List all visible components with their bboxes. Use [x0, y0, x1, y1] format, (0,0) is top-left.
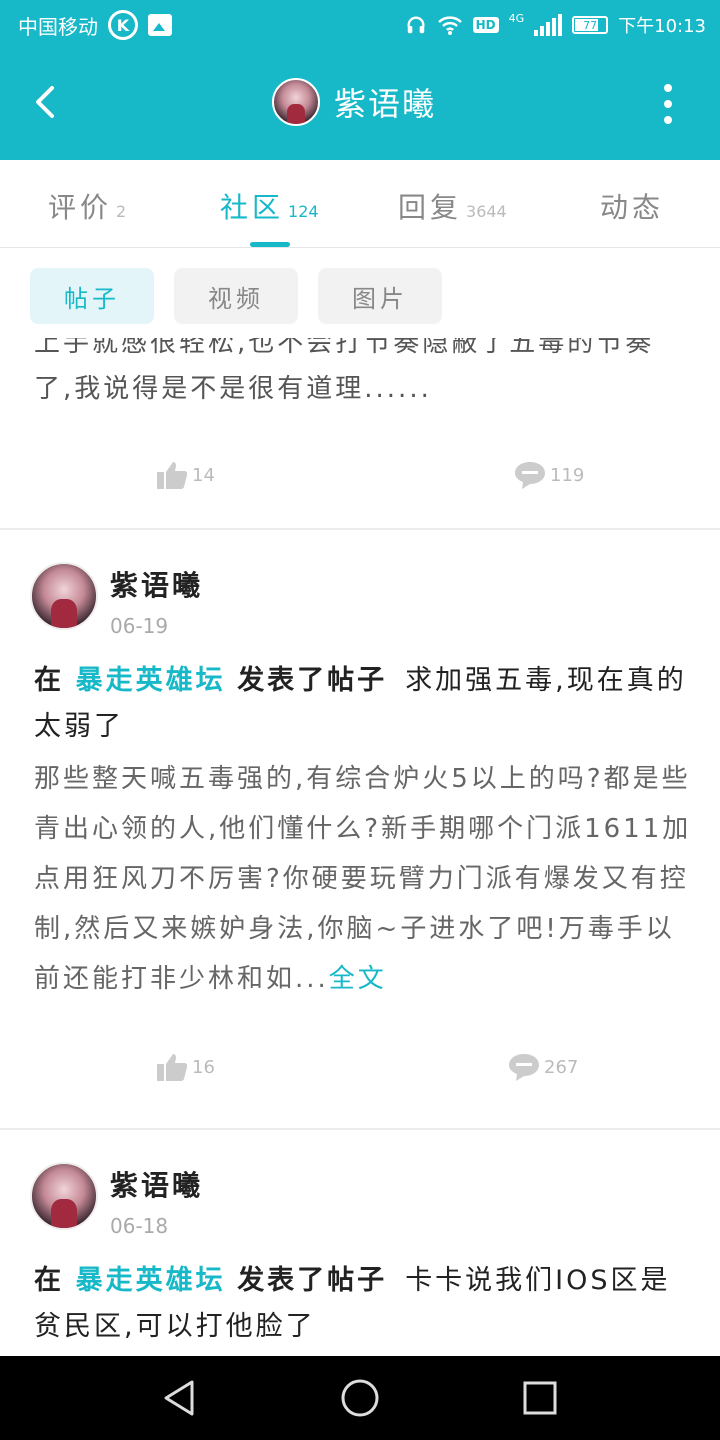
post-headline: 在 暴走英雄坛 发表了帖子 求加强五毒,现在真的太弱了 — [34, 658, 694, 750]
list-item[interactable]: 紫语曦 06-19 在 暴走英雄坛 发表了帖子 求加强五毒,现在真的太弱了 那些整… — [0, 530, 720, 1128]
thumbs-up-icon — [157, 462, 188, 489]
comment-button[interactable]: 119 — [514, 460, 584, 490]
headline-prefix: 在 — [34, 1265, 64, 1296]
image-icon — [148, 14, 172, 36]
headline-prefix: 在 — [34, 665, 64, 696]
tab-reviews[interactable]: 评价 2 — [48, 186, 126, 226]
forum-link[interactable]: 暴走英雄坛 — [76, 665, 226, 696]
like-count: 16 — [192, 1056, 215, 1078]
post-actions: 16 267 — [0, 1052, 720, 1092]
wifi-icon — [437, 16, 462, 35]
status-bar: 中国移动 K HD 4G 77 下午10:13 — [0, 0, 720, 50]
full-text-link[interactable]: 全文 — [329, 964, 387, 994]
post-actions: 14 119 — [0, 460, 720, 500]
carrier-label: 中国移动 — [18, 14, 98, 39]
tab-label: 评价 — [48, 191, 113, 224]
tab-label: 社区 — [220, 191, 285, 224]
post-headline: 在 暴走英雄坛 发表了帖子 卡卡说我们IOS区是贫民区,可以打他脸了 — [34, 1258, 694, 1350]
recents-square-icon[interactable] — [518, 1376, 562, 1420]
post-date: 06-19 — [110, 614, 169, 638]
content-filters: 帖子 视频 图片 — [0, 248, 720, 338]
header-profile[interactable]: 紫语曦 — [272, 78, 436, 126]
battery-icon: 77 — [572, 16, 609, 34]
headline-action: 发表了帖子 — [237, 665, 388, 696]
back-triangle-icon[interactable] — [158, 1376, 202, 1420]
avatar — [272, 78, 320, 126]
author-name: 紫语曦 — [110, 1169, 204, 1202]
chevron-left-icon — [36, 86, 54, 118]
system-nav-bar — [0, 1356, 720, 1440]
tab-indicator — [250, 242, 290, 247]
thumbs-up-icon — [157, 1054, 188, 1081]
post-excerpt: 那些整天喊五毒强的,有综合炉火5以上的吗?都是些青出心领的人,他们懂什么?新手期… — [34, 754, 694, 1004]
signal-icon — [534, 14, 563, 36]
more-vertical-icon[interactable] — [658, 84, 678, 124]
tab-label: 回复 — [398, 191, 463, 224]
battery-level: 77 — [583, 18, 598, 32]
network-label: 4G — [508, 12, 525, 25]
tab-replies[interactable]: 回复 3644 — [398, 186, 507, 226]
comment-count: 267 — [544, 1056, 579, 1078]
avatar[interactable] — [30, 562, 98, 630]
status-time: 下午10:13 — [618, 16, 706, 37]
post-author[interactable]: 紫语曦 06-18 — [30, 1162, 203, 1238]
comment-icon — [509, 1054, 539, 1081]
tab-count: 124 — [288, 202, 319, 221]
avatar[interactable] — [30, 1162, 98, 1230]
like-count: 14 — [192, 464, 215, 486]
list-item[interactable]: 上手就感很轻松,也不会打节奏隐蔽了五毒的节奏了,我说得是不是很有道理......… — [0, 338, 720, 528]
post-feed[interactable]: 上手就感很轻松,也不会打节奏隐蔽了五毒的节奏了,我说得是不是很有道理......… — [0, 338, 720, 1356]
filter-images-chip[interactable]: 图片 — [318, 268, 442, 324]
post-date: 06-18 — [110, 1214, 169, 1238]
page-header: 紫语曦 — [0, 50, 720, 160]
list-item[interactable]: 紫语曦 06-18 在 暴走英雄坛 发表了帖子 卡卡说我们IOS区是贫民区,可以打… — [0, 1130, 720, 1356]
hd-badge: HD — [472, 17, 499, 33]
post-excerpt: 上手就感很轻松,也不会打节奏隐蔽了五毒的节奏了,我说得是不是很有道理...... — [34, 338, 655, 404]
tab-count: 3644 — [466, 202, 507, 221]
tab-community[interactable]: 社区 124 — [220, 186, 319, 226]
page-title: 紫语曦 — [334, 85, 437, 123]
author-name: 紫语曦 — [110, 569, 204, 602]
back-button[interactable] — [24, 80, 68, 124]
like-button[interactable]: 16 — [156, 1052, 215, 1082]
comment-button[interactable]: 267 — [508, 1052, 578, 1082]
excerpt-text: 那些整天喊五毒强的,有综合炉火5以上的吗?都是些青出心领的人,他们懂什么?新手期… — [34, 764, 692, 994]
home-circle-icon[interactable] — [338, 1376, 382, 1420]
filter-posts-chip[interactable]: 帖子 — [30, 268, 154, 324]
headset-icon — [407, 16, 425, 34]
like-button[interactable]: 14 — [156, 460, 215, 490]
app-top-bar: 中国移动 K HD 4G 77 下午10:13 紫语曦 — [0, 0, 720, 160]
profile-tabs: 评价 2 社区 124 回复 3644 动态 — [0, 160, 720, 248]
post-author[interactable]: 紫语曦 06-19 — [30, 562, 203, 638]
headline-action: 发表了帖子 — [237, 1265, 388, 1296]
filter-videos-chip[interactable]: 视频 — [174, 268, 298, 324]
tab-activity[interactable]: 动态 — [600, 186, 668, 226]
tab-label: 动态 — [600, 191, 665, 224]
k-app-icon: K — [108, 10, 138, 40]
forum-link[interactable]: 暴走英雄坛 — [76, 1265, 226, 1296]
comment-icon — [515, 462, 545, 489]
comment-count: 119 — [550, 464, 585, 486]
tab-count: 2 — [116, 202, 127, 221]
